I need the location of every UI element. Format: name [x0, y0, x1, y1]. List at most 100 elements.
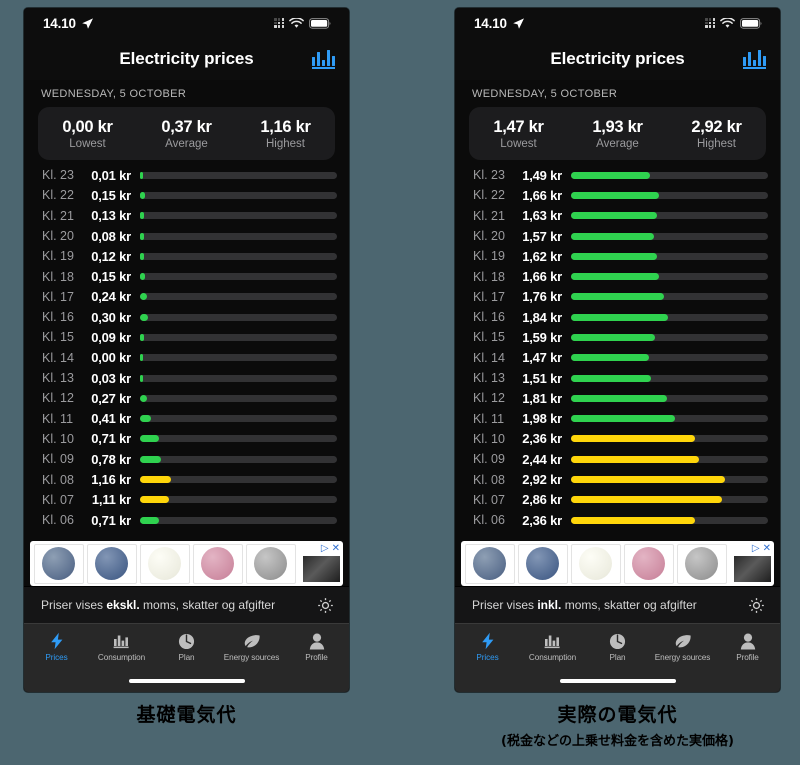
ad-product-4[interactable]	[623, 543, 674, 584]
price-row[interactable]: Kl. 22 1,66 kr	[455, 185, 780, 205]
price-row[interactable]: Kl. 08 2,92 kr	[455, 469, 780, 489]
tab-prices[interactable]: Prices	[455, 632, 520, 662]
home-indicator[interactable]	[559, 678, 676, 684]
price-row[interactable]: Kl. 17 0,24 kr	[24, 287, 349, 307]
price-row[interactable]: Kl. 13 1,51 kr	[455, 368, 780, 388]
ad-product-5[interactable]	[676, 543, 727, 584]
price-row-bar	[140, 354, 143, 362]
bar-chart-icon[interactable]	[743, 50, 766, 69]
price-row[interactable]: Kl. 15 1,59 kr	[455, 327, 780, 347]
price-row[interactable]: Kl. 21 1,63 kr	[455, 206, 780, 226]
ad-controls[interactable]: ▷ ✕	[297, 544, 341, 584]
price-row-hour: Kl. 18	[473, 269, 505, 284]
price-row-bar	[571, 313, 669, 321]
tab-label: Plan	[609, 653, 626, 662]
leaf-icon	[242, 632, 261, 650]
price-row-bar	[140, 516, 159, 524]
ad-choices-icon[interactable]: ▷	[321, 544, 329, 554]
ad-banner[interactable]: ▷ ✕	[30, 541, 343, 586]
price-row[interactable]: Kl. 14 1,47 kr	[455, 348, 780, 368]
price-row[interactable]: Kl. 11 0,41 kr	[24, 409, 349, 429]
price-row[interactable]: Kl. 16 0,30 kr	[24, 307, 349, 327]
tab-profile[interactable]: Profile	[284, 632, 349, 662]
price-row[interactable]: Kl. 12 1,81 kr	[455, 388, 780, 408]
tab-profile[interactable]: Profile	[715, 632, 780, 662]
footnote-suffix: moms, skatter og afgifter	[561, 598, 697, 612]
price-row[interactable]: Kl. 06 0,71 kr	[24, 510, 349, 530]
ad-product-4[interactable]	[192, 543, 243, 584]
price-row[interactable]: Kl. 22 0,15 kr	[24, 185, 349, 205]
tab-consumption[interactable]: Consumption	[89, 632, 154, 662]
price-row-track	[571, 273, 768, 281]
tax-footnote[interactable]: Priser vises ekskl. moms, skatter og afg…	[24, 586, 349, 623]
price-row[interactable]: Kl. 09 0,78 kr	[24, 449, 349, 469]
gear-icon[interactable]	[747, 596, 766, 615]
price-row-hour: Kl. 13	[473, 371, 505, 386]
ad-product-2[interactable]	[86, 543, 137, 584]
bar-chart-icon[interactable]	[312, 50, 335, 69]
caption-sub: (税金などの上乗せ料金を含めた実価格)	[501, 734, 734, 749]
ad-banner[interactable]: ▷ ✕	[461, 541, 774, 586]
price-row[interactable]: Kl. 13 0,03 kr	[24, 368, 349, 388]
price-row-hour: Kl. 12	[42, 391, 74, 406]
price-row[interactable]: Kl. 21 0,13 kr	[24, 206, 349, 226]
ad-thumbnail[interactable]	[734, 555, 771, 582]
close-icon[interactable]: ✕	[763, 544, 771, 554]
price-row-bar	[571, 476, 725, 484]
tab-consumption[interactable]: Consumption	[520, 632, 585, 662]
tab-energy-sources[interactable]: Energy sources	[219, 632, 284, 662]
price-row[interactable]: Kl. 10 2,36 kr	[455, 429, 780, 449]
price-row[interactable]: Kl. 09 2,44 kr	[455, 449, 780, 469]
gear-icon[interactable]	[316, 596, 335, 615]
price-row-hour: Kl. 16	[42, 310, 74, 325]
price-row[interactable]: Kl. 17 1,76 kr	[455, 287, 780, 307]
ad-product-5[interactable]	[245, 543, 296, 584]
tax-footnote[interactable]: Priser vises inkl. moms, skatter og afgi…	[455, 586, 780, 623]
price-row[interactable]: Kl. 19 1,62 kr	[455, 246, 780, 266]
price-row-value: 1,47 kr	[522, 350, 562, 366]
price-row-value: 1,49 kr	[522, 167, 562, 183]
tab-plan[interactable]: Plan	[154, 632, 219, 662]
ad-choices-icon[interactable]: ▷	[752, 544, 760, 554]
price-row[interactable]: Kl. 16 1,84 kr	[455, 307, 780, 327]
ad-product-1[interactable]	[33, 543, 84, 584]
price-row[interactable]: Kl. 07 2,86 kr	[455, 490, 780, 510]
price-row-value: 0,71 kr	[91, 431, 131, 447]
tab-plan[interactable]: Plan	[585, 632, 650, 662]
ad-product-2[interactable]	[517, 543, 568, 584]
tax-footnote-text: Priser vises ekskl. moms, skatter og afg…	[41, 598, 275, 612]
price-row-value: 2,92 kr	[522, 472, 562, 488]
price-row[interactable]: Kl. 15 0,09 kr	[24, 327, 349, 347]
ad-thumbnail[interactable]	[303, 555, 340, 582]
price-row[interactable]: Kl. 23 0,01 kr	[24, 165, 349, 185]
ad-product-1[interactable]	[464, 543, 515, 584]
price-row[interactable]: Kl. 14 0,00 kr	[24, 348, 349, 368]
price-row[interactable]: Kl. 18 0,15 kr	[24, 266, 349, 286]
price-row-hour: Kl. 15	[42, 330, 74, 345]
ad-controls[interactable]: ▷ ✕	[728, 544, 772, 584]
price-row[interactable]: Kl. 11 1,98 kr	[455, 409, 780, 429]
tab-label: Prices	[45, 653, 68, 662]
price-row[interactable]: Kl. 06 2,36 kr	[455, 510, 780, 530]
ad-product-3[interactable]	[570, 543, 621, 584]
stat-average-value: 1,93 kr	[592, 118, 643, 136]
price-row[interactable]: Kl. 19 0,12 kr	[24, 246, 349, 266]
price-row-value: 2,36 kr	[522, 512, 562, 528]
price-row[interactable]: Kl. 23 1,49 kr	[455, 165, 780, 185]
price-row-hour: Kl. 14	[42, 350, 74, 365]
home-indicator[interactable]	[128, 678, 245, 684]
price-row[interactable]: Kl. 08 1,16 kr	[24, 469, 349, 489]
price-row[interactable]: Kl. 18 1,66 kr	[455, 266, 780, 286]
price-row-bar	[571, 415, 676, 423]
price-row[interactable]: Kl. 20 1,57 kr	[455, 226, 780, 246]
price-row[interactable]: Kl. 12 0,27 kr	[24, 388, 349, 408]
close-icon[interactable]: ✕	[332, 544, 340, 554]
tab-prices[interactable]: Prices	[24, 632, 89, 662]
price-row[interactable]: Kl. 10 0,71 kr	[24, 429, 349, 449]
price-row[interactable]: Kl. 07 1,11 kr	[24, 490, 349, 510]
ad-product-3[interactable]	[139, 543, 190, 584]
price-row-hour: Kl. 15	[473, 330, 505, 345]
tab-energy-sources[interactable]: Energy sources	[650, 632, 715, 662]
price-row[interactable]: Kl. 20 0,08 kr	[24, 226, 349, 246]
price-row-bar	[571, 293, 664, 301]
